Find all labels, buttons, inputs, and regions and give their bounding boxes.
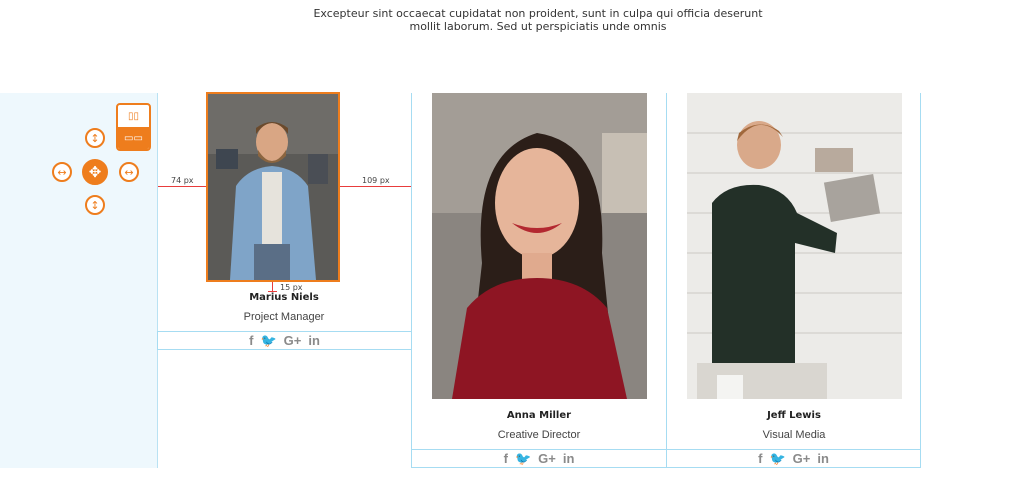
- resize-horizontal-right-icon[interactable]: ↔: [119, 162, 139, 182]
- social-links: f 🐦 G+ in: [666, 449, 921, 468]
- right-spacing-guide: [340, 186, 411, 187]
- device-switch[interactable]: ▯▯ ▭▭: [116, 103, 151, 151]
- member-name: Marius Niels: [249, 292, 319, 303]
- resize-vertical-top-icon[interactable]: ↕: [85, 128, 105, 148]
- member-role: Creative Director: [497, 429, 581, 441]
- linkedin-icon[interactable]: in: [563, 451, 575, 466]
- member-role: Project Manager: [243, 311, 325, 323]
- member-name: Jeff Lewis: [767, 410, 821, 421]
- intro-line-2: mollit laborum. Sed ut perspiciatis unde…: [409, 20, 667, 33]
- social-links: f 🐦 G+ in: [157, 331, 412, 350]
- linkedin-icon[interactable]: in: [308, 333, 320, 348]
- intro-line-1: Excepteur sint occaecat cupidatat non pr…: [313, 7, 763, 20]
- linkedin-icon[interactable]: in: [817, 451, 829, 466]
- facebook-icon[interactable]: f: [249, 333, 253, 348]
- team-photo-jeff[interactable]: [687, 93, 902, 399]
- facebook-icon[interactable]: f: [504, 451, 508, 466]
- mobile-view-icon[interactable]: ▯▯: [118, 105, 149, 127]
- resize-horizontal-left-icon[interactable]: ↔: [52, 162, 72, 182]
- google-plus-icon[interactable]: G+: [284, 333, 302, 348]
- google-plus-icon[interactable]: G+: [793, 451, 811, 466]
- facebook-icon[interactable]: f: [758, 451, 762, 466]
- twitter-icon[interactable]: 🐦: [260, 333, 276, 349]
- social-links: f 🐦 G+ in: [411, 449, 667, 468]
- right-spacing-label: 109 px: [362, 176, 390, 185]
- member-role: Visual Media: [762, 429, 826, 441]
- twitter-icon[interactable]: 🐦: [769, 451, 785, 467]
- left-spacing-guide: [158, 186, 206, 187]
- bottom-spacing-label: 15 px: [280, 283, 303, 292]
- desktop-view-icon[interactable]: ▭▭: [118, 127, 149, 149]
- resize-vertical-bottom-icon[interactable]: ↕: [85, 195, 105, 215]
- twitter-icon[interactable]: 🐦: [515, 451, 531, 467]
- team-photo-anna[interactable]: [432, 93, 647, 399]
- left-spacing-label: 74 px: [171, 176, 194, 185]
- google-plus-icon[interactable]: G+: [538, 451, 556, 466]
- intro-text: Excepteur sint occaecat cupidatat non pr…: [300, 7, 776, 33]
- member-name: Anna Miller: [506, 410, 572, 421]
- team-photo-marius[interactable]: [206, 92, 340, 282]
- move-icon[interactable]: ✥: [82, 159, 108, 185]
